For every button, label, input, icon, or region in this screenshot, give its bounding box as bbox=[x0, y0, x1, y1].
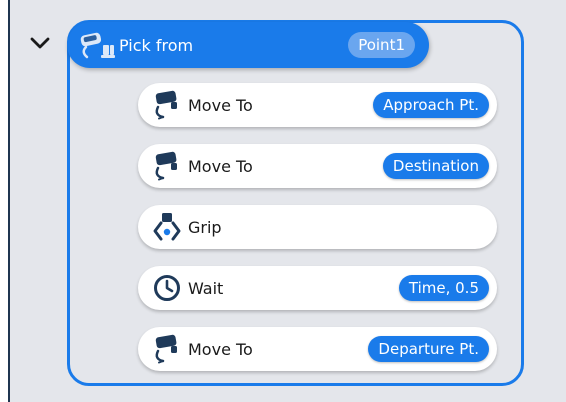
robot-arm-pick-icon bbox=[77, 29, 117, 61]
step-label: Move To bbox=[188, 339, 253, 359]
robot-arm-move-icon bbox=[150, 88, 184, 122]
clock-icon bbox=[150, 271, 184, 305]
step-move-to-approach[interactable]: Move To Approach Pt. bbox=[138, 83, 497, 127]
step-label: Wait bbox=[188, 278, 224, 298]
robot-arm-move-icon bbox=[150, 332, 184, 366]
step-grip[interactable]: Grip bbox=[138, 205, 497, 249]
step-target-badge[interactable]: Time, 0.5 bbox=[398, 275, 489, 301]
step-target-badge[interactable]: Destination bbox=[382, 153, 489, 179]
chevron-down-icon bbox=[30, 37, 50, 49]
gripper-icon bbox=[150, 210, 184, 244]
step-move-to-destination[interactable]: Move To Destination bbox=[138, 144, 497, 188]
group-target-badge[interactable]: Point1 bbox=[348, 32, 415, 58]
step-label: Move To bbox=[188, 95, 253, 115]
pick-from-header[interactable]: Pick from Point1 bbox=[67, 22, 429, 68]
step-wait[interactable]: Wait Time, 0.5 bbox=[138, 266, 497, 310]
step-move-to-departure[interactable]: Move To Departure Pt. bbox=[138, 327, 497, 371]
group-title: Pick from bbox=[119, 35, 194, 55]
step-target-badge[interactable]: Departure Pt. bbox=[368, 336, 489, 362]
step-label: Grip bbox=[188, 217, 222, 237]
step-label: Move To bbox=[188, 156, 253, 176]
step-target-badge[interactable]: Approach Pt. bbox=[373, 92, 489, 118]
collapse-toggle[interactable] bbox=[25, 28, 55, 58]
robot-arm-move-icon bbox=[150, 149, 184, 183]
